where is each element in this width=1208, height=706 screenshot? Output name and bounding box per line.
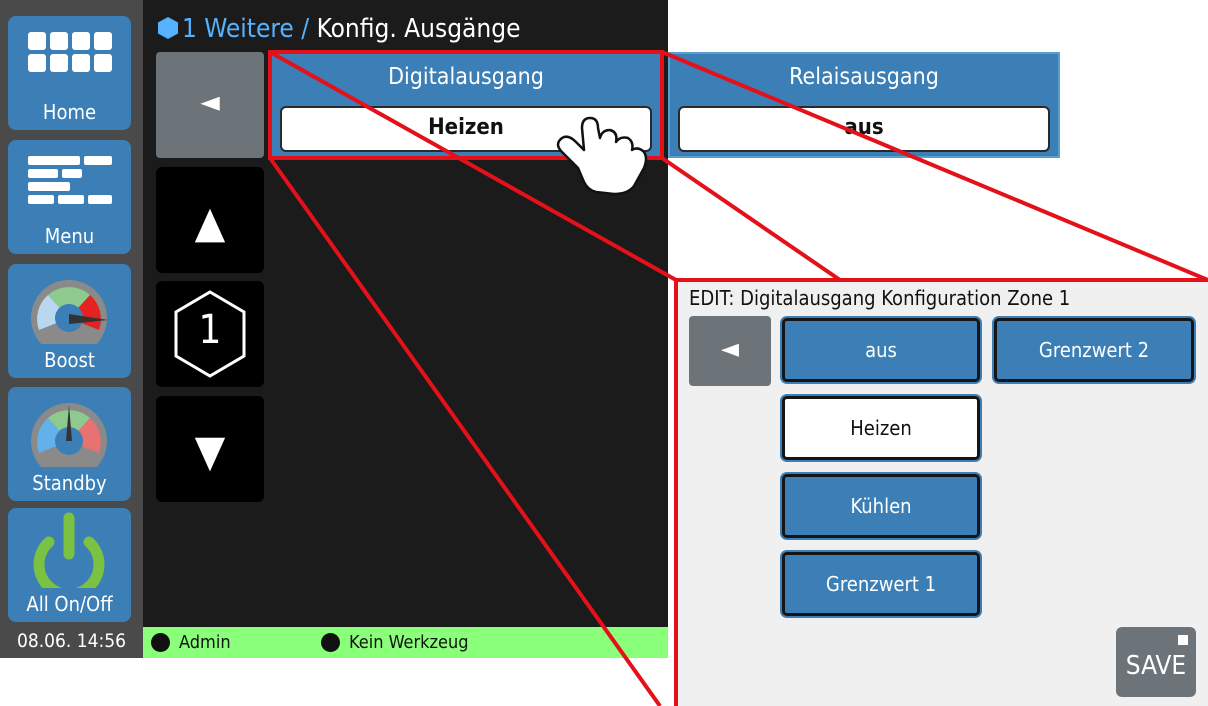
status-bar: Admin Kein Werkzeug	[143, 627, 668, 658]
option-grenzwert-2-button[interactable]: Grenzwert 2	[994, 318, 1194, 382]
digital-output-title: Digitalausgang	[388, 64, 544, 90]
back-button[interactable]: ◄	[156, 52, 264, 158]
home-button[interactable]: Home	[8, 16, 131, 130]
save-label: SAVE	[1125, 651, 1187, 681]
breadcrumb-current: Konfig. Ausgänge	[316, 14, 521, 44]
breadcrumb: 1 Weitere / Konfig. Ausgänge	[158, 14, 520, 54]
tool-status: Kein Werkzeug	[349, 632, 469, 653]
standby-button[interactable]: Standby	[8, 387, 131, 501]
relay-output-value-button[interactable]: aus	[678, 106, 1050, 152]
tool-icon	[321, 633, 340, 652]
standby-label: Standby	[32, 471, 107, 495]
all-on-off-button[interactable]: All On/Off	[8, 508, 131, 622]
datetime: 08.06. 14:56	[16, 630, 127, 652]
scroll-down-button[interactable]: ▼	[156, 396, 264, 502]
menu-button[interactable]: Menu	[8, 140, 131, 254]
down-arrow-icon: ▼	[194, 426, 226, 477]
menu-list-icon	[28, 156, 112, 204]
up-arrow-icon: ▲	[194, 197, 226, 248]
sidebar: Home Menu Boost Standby All On/Off	[0, 0, 143, 658]
relay-output-panel: Relaisausgang aus	[668, 52, 1060, 158]
scroll-up-button[interactable]: ▲	[156, 167, 264, 273]
edit-back-arrow-icon: ◄	[721, 334, 739, 364]
boost-button[interactable]: Boost	[8, 264, 131, 378]
option-heizen-button[interactable]: Heizen	[782, 396, 980, 460]
pointing-hand-icon	[556, 116, 648, 196]
breadcrumb-icon	[158, 17, 178, 39]
relay-output-title: Relaisausgang	[789, 64, 939, 90]
breadcrumb-link[interactable]: 1 Weitere	[182, 14, 294, 44]
boost-gauge-icon	[31, 280, 108, 344]
zone-indicator: 1	[156, 281, 264, 387]
menu-label: Menu	[44, 224, 95, 248]
home-grid-icon	[28, 32, 112, 72]
callout-line-bottom-right	[660, 156, 842, 282]
edit-back-button[interactable]: ◄	[689, 316, 771, 386]
user-icon	[151, 633, 170, 652]
save-indicator-icon	[1178, 635, 1188, 645]
power-icon	[33, 512, 105, 588]
option-kuehlen-button[interactable]: Kühlen	[782, 474, 980, 538]
save-button[interactable]: SAVE	[1116, 627, 1196, 697]
back-arrow-icon: ◄	[200, 85, 220, 118]
standby-gauge-icon	[31, 403, 107, 467]
option-aus-button[interactable]: aus	[782, 318, 980, 382]
option-grenzwert-1-button[interactable]: Grenzwert 1	[782, 552, 980, 616]
breadcrumb-separator: /	[293, 14, 317, 44]
all-on-off-label: All On/Off	[26, 592, 113, 616]
home-label: Home	[42, 100, 97, 124]
boost-label: Boost	[44, 348, 95, 372]
zone-number: 1	[198, 307, 222, 353]
user-name: Admin	[179, 632, 231, 653]
edit-title: EDIT: Digitalausgang Konfiguration Zone …	[689, 286, 1071, 310]
